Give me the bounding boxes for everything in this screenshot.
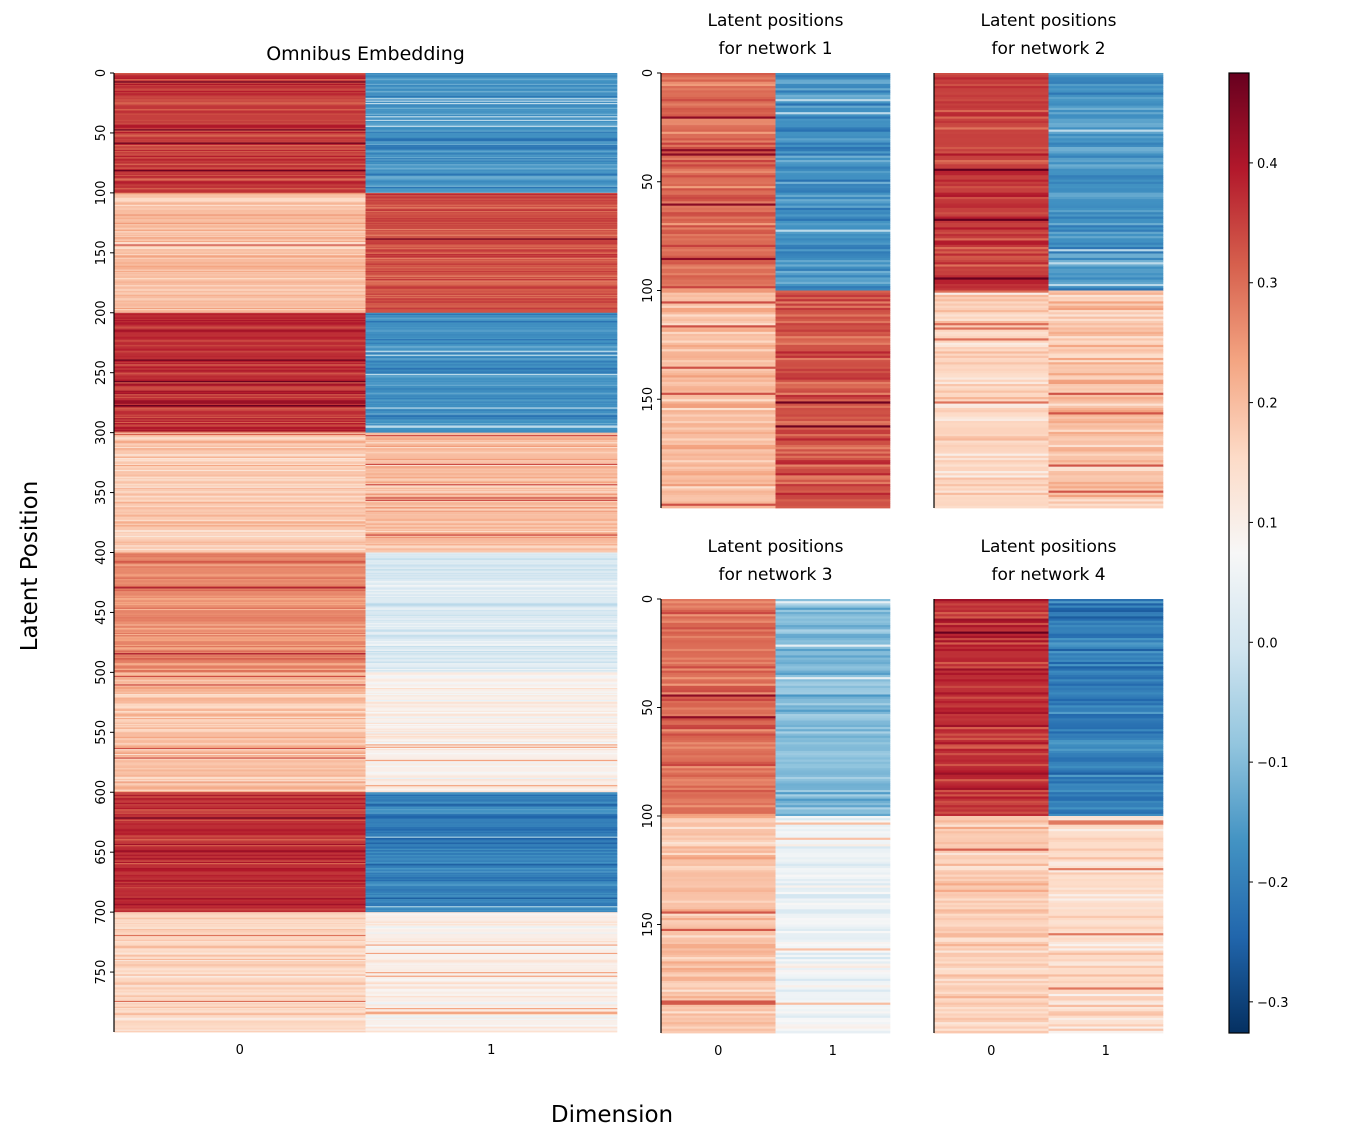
- y-tick-label: 300: [94, 420, 109, 445]
- y-tick-label: 700: [94, 900, 109, 925]
- panel-title: for network 3: [718, 565, 832, 585]
- panel-title: for network 2: [991, 39, 1105, 59]
- panel-title: for network 1: [718, 39, 832, 59]
- colorbar-gradient: [1228, 72, 1250, 1034]
- colorbar-tick-label: 0.0: [1257, 636, 1278, 651]
- heatmap-cell: [661, 1030, 776, 1034]
- y-tick-label: 50: [641, 699, 656, 716]
- y-tick-label: 400: [94, 540, 109, 565]
- heatmap-cell: [934, 1030, 1049, 1034]
- y-tick-label: 100: [94, 180, 109, 205]
- x-tick-label: 0: [714, 1044, 722, 1059]
- panel-net4: Latent positions for network 4 0 1: [933, 537, 1164, 1059]
- colorbar-tick-label: −0.3: [1257, 996, 1289, 1011]
- panel-title: Latent positions: [707, 11, 843, 31]
- y-tick-label: 50: [641, 173, 656, 190]
- y-tick-label: 100: [641, 278, 656, 303]
- y-axis-label: Latent Position: [17, 481, 43, 652]
- panel-net1: Latent positions for network 1 0 50 100 150: [641, 11, 891, 509]
- y-tick-label: 250: [94, 360, 109, 385]
- colorbar-tick-label: −0.2: [1257, 876, 1289, 891]
- heatmap-cell: [365, 1030, 618, 1033]
- heatmap-cell: [1048, 505, 1164, 509]
- y-tick-label: 750: [94, 960, 109, 985]
- colorbar: −0.3 −0.2 −0.1 0.0 0.1 0.2 0.3 0.4: [1228, 72, 1289, 1034]
- y-tick-label: 150: [641, 387, 656, 412]
- panel-net3: Latent positions for network 3 0 50 100 150 0 1: [641, 537, 891, 1059]
- heatmap-cell: [775, 505, 891, 509]
- x-tick-label: 0: [236, 1043, 244, 1058]
- y-tick-label: 150: [641, 912, 656, 937]
- colorbar-tick-label: 0.2: [1257, 397, 1278, 412]
- panel-title: Omnibus Embedding: [266, 43, 465, 65]
- y-tick-label: 350: [94, 480, 109, 505]
- heatmap-cell: [114, 1030, 366, 1033]
- heatmap-cell: [934, 505, 1049, 509]
- panel-title: Latent positions: [980, 11, 1116, 31]
- y-tick-label: 500: [94, 660, 109, 685]
- y-tick-label: 650: [94, 840, 109, 865]
- y-tick-label: 550: [94, 720, 109, 745]
- colorbar-tick-label: 0.4: [1257, 157, 1278, 172]
- panel-title: for network 4: [991, 565, 1105, 585]
- colorbar-tick-label: −0.1: [1257, 756, 1289, 771]
- y-tick-label: 600: [94, 780, 109, 805]
- x-tick-label: 1: [487, 1043, 495, 1058]
- x-axis-label: Dimension: [551, 1102, 673, 1128]
- colorbar-tick-label: 0.1: [1257, 516, 1278, 531]
- y-tick-label: 200: [94, 300, 109, 325]
- heatmap-cell: [661, 505, 776, 509]
- y-tick-label: 450: [94, 600, 109, 625]
- figure: Dimension Latent Position Omnibus Embedd…: [17, 11, 1289, 1128]
- y-tick-label: 50: [94, 125, 109, 142]
- y-tick-label: 0: [94, 69, 109, 77]
- y-tick-label: 150: [94, 240, 109, 265]
- panel-title: Latent positions: [707, 537, 843, 557]
- panel-omnibus: Omnibus Embedding 0 50 100 150 200 250 300 350 40…: [94, 43, 618, 1058]
- x-tick-label: 1: [829, 1044, 837, 1059]
- y-tick-label: 0: [641, 69, 656, 77]
- y-tick-label: 100: [641, 804, 656, 829]
- x-tick-label: 0: [987, 1044, 995, 1059]
- heatmap-cell: [775, 1030, 891, 1034]
- panel-net2: Latent positions for network 2: [933, 11, 1164, 509]
- y-tick-label: 0: [641, 595, 656, 603]
- x-tick-label: 1: [1102, 1044, 1110, 1059]
- heatmap-cell: [1048, 1030, 1164, 1034]
- panel-title: Latent positions: [980, 537, 1116, 557]
- colorbar-tick-label: 0.3: [1257, 277, 1278, 292]
